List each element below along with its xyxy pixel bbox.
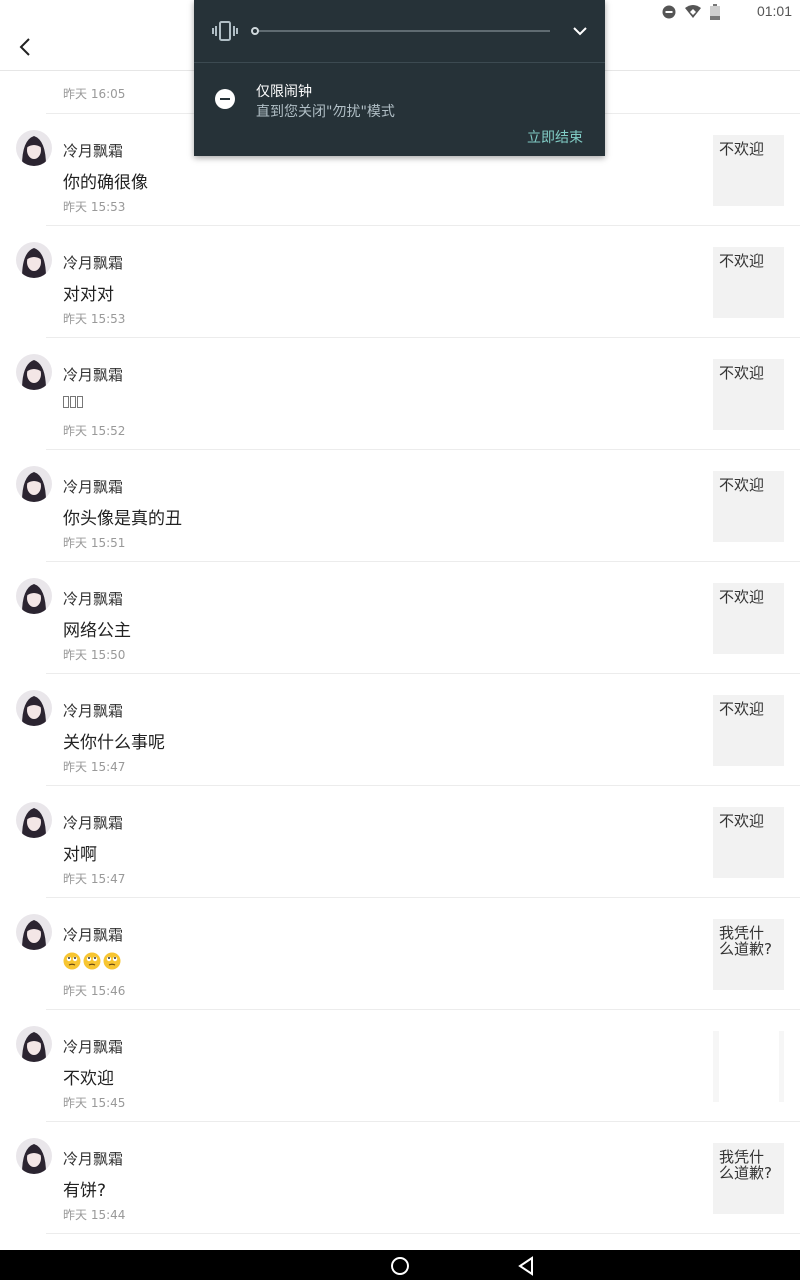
dnd-subtitle: 直到您关闭"勿扰"模式 <box>256 104 395 120</box>
avatar-image <box>16 578 52 614</box>
post-preview[interactable]: 不欢迎 <box>713 135 784 206</box>
message-list: 昨天 16:05 冷月飘霜 你的确很像 昨天 15:53 不欢迎 冷月飘霜 对对对 昨天 1… <box>0 71 800 1234</box>
list-item[interactable]: 冷月飘霜昨天 15:46 我凭什么道歉? <box>0 898 800 1010</box>
message-time: 昨天 15:52 <box>63 424 126 438</box>
eye-roll-emoji-icon <box>103 952 121 970</box>
dnd-title: 仅限闹钟 <box>256 84 312 100</box>
list-item[interactable]: 冷月飘霜有饼? 昨天 15:44 我凭什么道歉? <box>0 1122 800 1234</box>
sender-name: 冷月飘霜 <box>63 1038 124 1056</box>
list-item[interactable]: 冷月飘霜网络公主昨天 15:50 不欢迎 <box>0 562 800 674</box>
list-item[interactable]: 冷月飘霜关你什么事呢昨天 15:47 不欢迎 <box>0 674 800 786</box>
avatar-image <box>16 690 52 726</box>
avatar-image <box>16 1026 52 1062</box>
back-button[interactable] <box>12 34 38 60</box>
post-preview[interactable]: 我凭什么道歉? <box>713 919 784 990</box>
avatar-image <box>16 242 52 278</box>
avatar[interactable] <box>16 1026 52 1062</box>
sender-name: 冷月飘霜 <box>63 142 124 160</box>
message-time: 昨天 15:47 <box>63 872 126 886</box>
message-text: 对啊 <box>63 845 97 865</box>
message-time: 昨天 15:44 <box>63 1208 126 1222</box>
avatar-image <box>16 354 52 390</box>
dnd-status-icon <box>662 5 676 19</box>
message-text: 网络公主 <box>63 621 131 641</box>
avatar-image <box>16 914 52 950</box>
message-time: 昨天 15:53 <box>63 312 126 326</box>
status-time: 01:01 <box>756 3 792 19</box>
eye-roll-emoji-icon <box>83 952 101 970</box>
list-item[interactable]: 冷月飘霜不欢迎昨天 15:45 <box>0 1010 800 1122</box>
missing-glyph <box>77 396 83 408</box>
battery-icon <box>710 4 720 20</box>
message-text: 不欢迎 <box>63 1069 114 1089</box>
end-now-button[interactable]: 立即结束 <box>527 127 583 147</box>
message-time: 昨天 15:51 <box>63 536 126 550</box>
message-time: 昨天 15:46 <box>63 984 126 998</box>
wifi-icon <box>685 5 701 18</box>
post-preview[interactable]: 不欢迎 <box>713 471 784 542</box>
volume-slider-track[interactable] <box>254 30 550 32</box>
post-preview[interactable]: 不欢迎 <box>713 359 784 430</box>
post-preview[interactable]: 不欢迎 <box>713 695 784 766</box>
missing-glyph <box>70 396 76 408</box>
message-text: 你的确很像 <box>63 173 148 193</box>
avatar[interactable] <box>16 690 52 726</box>
sender-name: 冷月飘霜 <box>63 1150 124 1168</box>
avatar[interactable] <box>16 466 52 502</box>
message-text: 关你什么事呢 <box>63 733 165 753</box>
chevron-down-icon[interactable] <box>572 24 588 38</box>
avatar-image <box>16 802 52 838</box>
sender-name: 冷月飘霜 <box>63 590 124 608</box>
sender-name: 冷月飘霜 <box>63 254 124 272</box>
list-item[interactable]: 冷月飘霜昨天 15:52 不欢迎 <box>0 338 800 450</box>
message-time: 昨天 15:47 <box>63 760 126 774</box>
avatar-image <box>16 466 52 502</box>
post-preview[interactable] <box>713 1031 784 1102</box>
avatar[interactable] <box>16 130 52 166</box>
missing-glyph <box>63 396 69 408</box>
sender-name: 冷月飘霜 <box>63 366 124 384</box>
message-time: 昨天 15:45 <box>63 1096 126 1110</box>
list-item[interactable]: 冷月飘霜对啊昨天 15:47 不欢迎 <box>0 786 800 898</box>
sender-name: 冷月飘霜 <box>63 926 124 944</box>
avatar[interactable] <box>16 578 52 614</box>
vibrate-icon[interactable] <box>212 20 238 42</box>
avatar-image <box>16 1138 52 1174</box>
navigation-bar <box>0 1250 800 1280</box>
message-time: 昨天 16:05 <box>63 87 126 101</box>
avatar[interactable] <box>16 354 52 390</box>
preview-image <box>719 1031 779 1102</box>
message-time: 昨天 15:53 <box>63 200 126 214</box>
avatar-image <box>16 130 52 166</box>
post-preview[interactable]: 我凭什么道歉? <box>713 1143 784 1214</box>
nav-back-icon[interactable] <box>516 1256 536 1276</box>
list-item[interactable]: 冷月飘霜对对对昨天 15:53 不欢迎 <box>0 226 800 338</box>
sender-name: 冷月飘霜 <box>63 814 124 832</box>
post-preview[interactable]: 不欢迎 <box>713 583 784 654</box>
post-preview[interactable]: 不欢迎 <box>713 807 784 878</box>
sender-name: 冷月飘霜 <box>63 478 124 496</box>
divider <box>46 1233 800 1234</box>
sender-name: 冷月飘霜 <box>63 702 124 720</box>
avatar[interactable] <box>16 914 52 950</box>
volume-slider-thumb[interactable] <box>251 27 259 35</box>
avatar[interactable] <box>16 1138 52 1174</box>
message-text <box>63 392 84 412</box>
message-time: 昨天 15:50 <box>63 648 126 662</box>
post-preview[interactable]: 不欢迎 <box>713 247 784 318</box>
home-icon[interactable] <box>390 1256 410 1276</box>
message-text: 有饼? <box>63 1181 107 1201</box>
message-text: 对对对 <box>63 285 114 305</box>
eye-roll-emoji-icon <box>63 952 81 970</box>
dnd-panel: 仅限闹钟 直到您关闭"勿扰"模式 立即结束 <box>194 0 605 156</box>
message-text <box>63 952 123 975</box>
chevron-left-icon <box>19 38 30 56</box>
status-icons <box>662 3 720 21</box>
volume-row <box>194 0 605 63</box>
avatar[interactable] <box>16 802 52 838</box>
dnd-icon <box>215 89 235 109</box>
avatar[interactable] <box>16 242 52 278</box>
message-text: 你头像是真的丑 <box>63 509 182 529</box>
list-item[interactable]: 冷月飘霜你头像是真的丑昨天 15:51 不欢迎 <box>0 450 800 562</box>
